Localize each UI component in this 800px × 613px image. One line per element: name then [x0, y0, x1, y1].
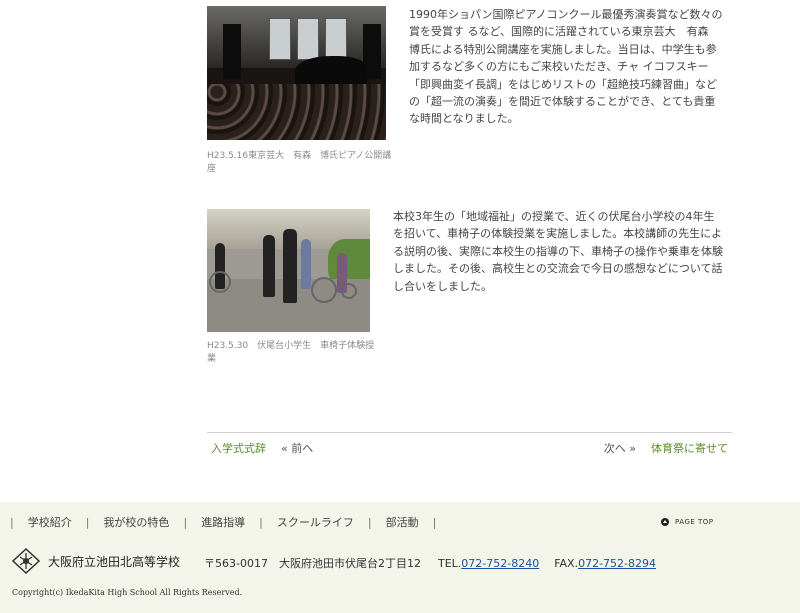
- article-text: 1990年ショパン国際ピアノコンクール最優秀演奏賞など数々の 賞を受賞す るなど…: [409, 6, 739, 128]
- fax-link[interactable]: 072-752-8294: [578, 557, 656, 570]
- contact-info: 〒563-0017 大阪府池田市伏尾台2丁目12 TEL.072-752-824…: [204, 557, 656, 571]
- divider: [207, 432, 732, 433]
- page-top-button[interactable]: PAGE TOP: [661, 518, 714, 526]
- wheelchair-class-photo: [207, 209, 370, 332]
- prev-post-link[interactable]: 入学式式辞: [211, 442, 266, 455]
- text-line: な時間となりました。: [409, 112, 519, 126]
- text-line: る説明の後、実際に本校生の指導の下、車椅子の操作や乗車を体験: [393, 244, 723, 258]
- footer-nav-features[interactable]: 我が校の特色: [103, 516, 169, 530]
- footer-nav-clubs[interactable]: 部活動: [386, 516, 419, 530]
- text-line: の「超一流の演奏」を間近で体験することができ、とても貴重: [409, 95, 716, 109]
- arrow-up-icon: [661, 518, 669, 526]
- footer-nav-career[interactable]: 進路指導: [201, 516, 245, 530]
- site-footer: | 学校紹介 | 我が校の特色 | 進路指導 | スクールライフ | 部活動 |…: [0, 502, 800, 613]
- next-post-link[interactable]: 体育祭に寄せて: [651, 442, 728, 455]
- copyright: Copyright(c) IkedaKita High School All R…: [12, 588, 243, 597]
- text-line: しました。その後、高校生との交流会で今日の感想などについて話: [393, 262, 723, 276]
- next-nav: 次へ » 体育祭に寄せて: [604, 442, 728, 456]
- text-line: 1990年ショパン国際ピアノコンクール最優秀演奏賞など数々の: [409, 8, 723, 21]
- next-button[interactable]: 次へ »: [604, 442, 636, 455]
- text-line: し合いをしました。: [393, 279, 492, 293]
- school-name: 大阪府立池田北高等学校: [48, 555, 181, 569]
- photo-caption: H23.5.16東京芸大 有森 博氏ピアノ公開講座: [207, 151, 392, 174]
- piano-lecture-photo: [207, 6, 386, 140]
- text-line: 博氏による特別公開講座を実施しました。当日は、中学生も参: [409, 42, 717, 56]
- footer-nav-school-life[interactable]: スクールライフ: [277, 516, 354, 530]
- footer-nav-about[interactable]: 学校紹介: [28, 516, 72, 530]
- text-line: 本校3年生の「地域福祉」の授業で、近くの伏尾台小学校の4年生: [393, 210, 715, 223]
- prev-button[interactable]: « 前へ: [281, 442, 313, 455]
- tel-link[interactable]: 072-752-8240: [461, 557, 539, 570]
- text-line: 加するなど多くの方にもご来校いただき、チャ イコフスキー: [409, 60, 709, 74]
- tel-label: TEL.: [437, 557, 462, 570]
- text-line: 賞を受賞す るなど、国際的に活躍されている東京芸大 有森: [409, 25, 709, 39]
- page-top-label: PAGE TOP: [675, 518, 714, 526]
- article-text: 本校3年生の「地域福祉」の授業で、近くの伏尾台小学校の4年生 を招いて、車椅子の…: [393, 208, 739, 295]
- fax-label: FAX.: [554, 557, 579, 570]
- prev-nav: 入学式式辞 « 前へ: [211, 442, 313, 456]
- footer-nav: | 学校紹介 | 我が校の特色 | 進路指導 | スクールライフ | 部活動 |: [10, 516, 437, 530]
- school-emblem-icon: [12, 548, 40, 574]
- text-line: 「即興曲変イ長調」をはじめリストの「超絶技巧練習曲」など: [409, 77, 717, 91]
- photo-caption: H23.5.30 伏尾台小学生 車椅子体験授業: [207, 341, 375, 364]
- address: 〒563-0017 大阪府池田市伏尾台2丁目12: [204, 557, 421, 570]
- text-line: を招いて、車椅子の体験授業を実施しました。本校講師の先生によ: [393, 227, 723, 241]
